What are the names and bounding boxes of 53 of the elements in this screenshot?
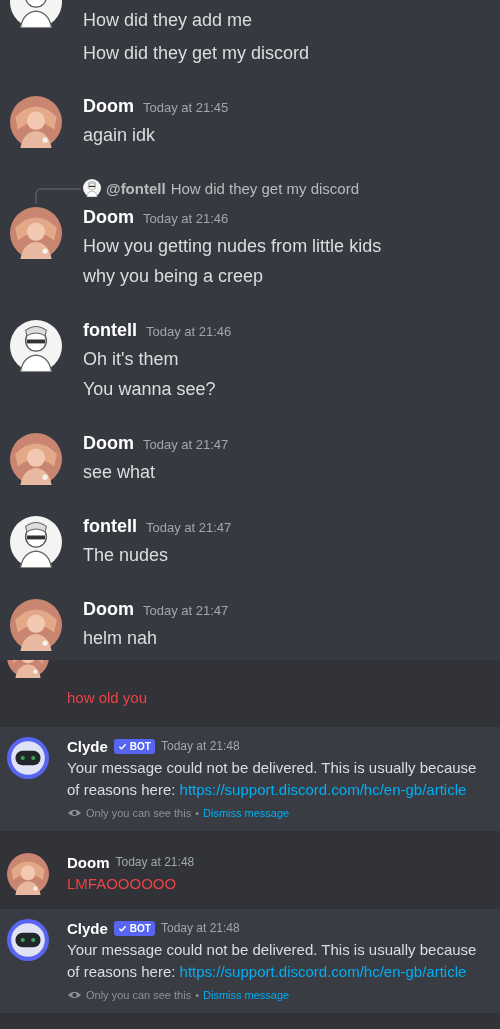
reply-preview[interactable]: How did they get my discord bbox=[170, 179, 360, 197]
message-text: of reasons here: bbox=[67, 781, 177, 798]
bot-label: BOT bbox=[129, 740, 151, 752]
timestamp: Today at 21:47 bbox=[146, 520, 232, 535]
username[interactable]: Doom bbox=[83, 433, 134, 454]
dismiss-link[interactable]: Dismiss message bbox=[203, 807, 290, 819]
message-text: You wanna see? bbox=[83, 378, 217, 401]
message-text: see what bbox=[83, 461, 157, 484]
message-text: How did they get my discord bbox=[83, 42, 310, 65]
visibility-note: Only you can see this bbox=[86, 807, 192, 819]
message-text: LMFAOOOOOO bbox=[67, 874, 178, 894]
reply-author[interactable]: @fontell bbox=[106, 179, 166, 197]
username[interactable]: Doom bbox=[83, 599, 134, 620]
timestamp: Today at 21:48 bbox=[160, 921, 240, 935]
timestamp: Today at 21:47 bbox=[143, 603, 229, 618]
eye-icon bbox=[67, 990, 82, 1000]
message-text: why you being a creep bbox=[83, 265, 265, 288]
message-text: Your message could not be delivered. This is usually because bbox=[67, 758, 477, 778]
message-text: helm nah bbox=[83, 627, 159, 650]
separator-dot: • bbox=[195, 989, 200, 1001]
message-text: How you getting nudes from little kids bbox=[83, 235, 382, 258]
timestamp: Today at 21:48 bbox=[115, 855, 195, 869]
username[interactable]: fontell bbox=[83, 516, 137, 537]
username[interactable]: Clyde bbox=[67, 737, 108, 755]
message-text: again idk bbox=[83, 124, 157, 147]
robot-icon bbox=[7, 919, 49, 961]
message-text: The nudes bbox=[83, 544, 170, 567]
message-text: how old you bbox=[67, 688, 148, 708]
timestamp: Today at 21:46 bbox=[143, 211, 229, 226]
username[interactable]: fontell bbox=[83, 320, 137, 341]
reply-connector bbox=[35, 188, 81, 204]
eye-icon bbox=[67, 808, 82, 818]
message-text: of reasons here: bbox=[67, 963, 177, 980]
robot-icon bbox=[7, 737, 49, 779]
username[interactable]: Doom bbox=[67, 853, 110, 871]
username[interactable]: Doom bbox=[83, 207, 134, 228]
separator-dot: • bbox=[195, 807, 200, 819]
timestamp: Today at 21:48 bbox=[160, 739, 240, 753]
username[interactable]: Clyde bbox=[67, 919, 108, 937]
timestamp: Today at 21:45 bbox=[143, 100, 229, 115]
message-text: How did they add me bbox=[83, 9, 254, 32]
checkmark-icon bbox=[117, 741, 127, 751]
checkmark-icon bbox=[117, 923, 127, 933]
message-text: Oh it's them bbox=[83, 348, 180, 371]
username[interactable]: Doom bbox=[83, 96, 134, 117]
timestamp: Today at 21:47 bbox=[143, 437, 229, 452]
message-text: Your message could not be delivered. This is usually because bbox=[67, 940, 477, 960]
bot-label: BOT bbox=[129, 922, 151, 934]
support-link[interactable]: https://support.discord.com/hc/en-gb/article bbox=[179, 963, 467, 980]
dismiss-link[interactable]: Dismiss message bbox=[203, 989, 290, 1001]
support-link[interactable]: https://support.discord.com/hc/en-gb/article bbox=[179, 781, 467, 798]
visibility-note: Only you can see this bbox=[86, 989, 192, 1001]
timestamp: Today at 21:46 bbox=[146, 324, 232, 339]
